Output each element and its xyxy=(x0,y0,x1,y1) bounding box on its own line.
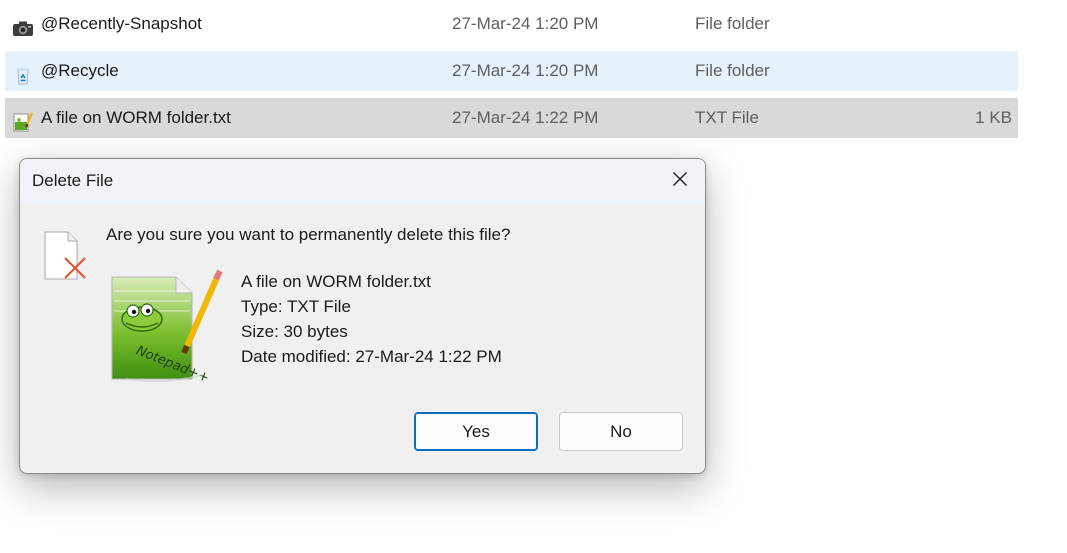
file-date: 27-Mar-24 1:20 PM xyxy=(452,14,599,33)
explorer-window: @Recently-Snapshot 27-Mar-24 1:20 PM Fil… xyxy=(0,0,1067,553)
detail-file-type: Type: TXT File xyxy=(241,297,351,316)
no-button[interactable]: No xyxy=(559,412,683,451)
recycle-icon xyxy=(12,61,34,85)
file-name: @Recently-Snapshot xyxy=(41,14,202,33)
file-row-recycle[interactable]: @Recycle 27-Mar-24 1:20 PM File folder xyxy=(5,51,1018,91)
yes-button[interactable]: Yes xyxy=(414,412,538,451)
file-type: TXT File xyxy=(695,108,759,127)
close-icon xyxy=(672,171,688,192)
dialog-titlebar[interactable]: Delete File xyxy=(20,159,705,203)
file-row-worm-txt[interactable]: A file on WORM folder.txt 27-Mar-24 1:22… xyxy=(5,98,1018,138)
file-row-recently-snapshot[interactable]: @Recently-Snapshot 27-Mar-24 1:20 PM Fil… xyxy=(5,4,1018,44)
camera-icon xyxy=(12,14,34,36)
file-date: 27-Mar-24 1:22 PM xyxy=(452,108,599,127)
confirm-question: Are you sure you want to permanently del… xyxy=(106,225,511,244)
delete-file-icon xyxy=(43,231,89,286)
delete-file-dialog: Delete File Are you sure you want to per… xyxy=(19,158,706,474)
file-size: 1 KB xyxy=(975,108,1012,127)
file-name: @Recycle xyxy=(41,61,119,80)
file-type: File folder xyxy=(695,14,770,33)
detail-file-size: Size: 30 bytes xyxy=(241,322,348,341)
file-date: 27-Mar-24 1:20 PM xyxy=(452,61,599,80)
detail-date-modified: Date modified: 27-Mar-24 1:22 PM xyxy=(241,347,502,366)
file-details: A file on WORM folder.txt Type: TXT File… xyxy=(241,269,502,369)
dialog-title: Delete File xyxy=(32,171,114,190)
notepad-file-icon xyxy=(12,108,34,132)
close-button[interactable] xyxy=(655,159,705,203)
notepad-plus-plus-icon: Notepad++ xyxy=(106,267,226,386)
file-list: @Recently-Snapshot 27-Mar-24 1:20 PM Fil… xyxy=(5,4,1018,145)
file-type: File folder xyxy=(695,61,770,80)
detail-file-name: A file on WORM folder.txt xyxy=(241,272,431,291)
file-name: A file on WORM folder.txt xyxy=(41,108,231,127)
